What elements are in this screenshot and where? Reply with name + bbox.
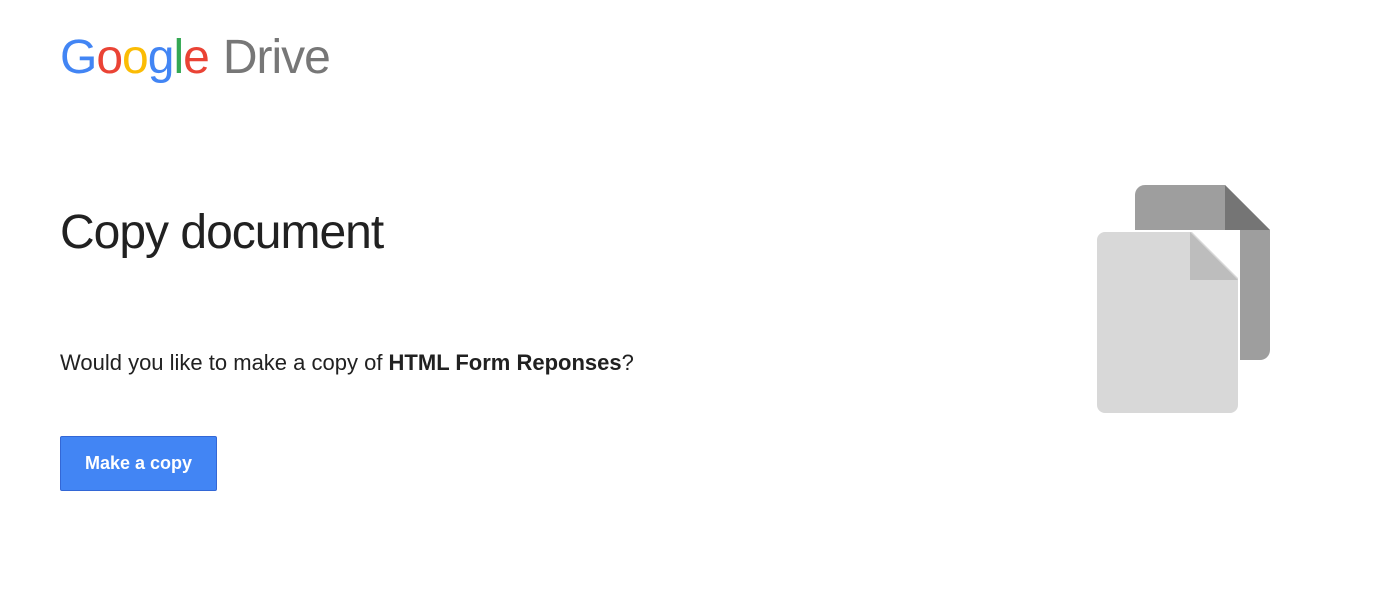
copy-prompt: Would you like to make a copy of HTML Fo… bbox=[60, 350, 1095, 376]
prompt-suffix: ? bbox=[622, 350, 634, 375]
google-wordmark: Google bbox=[60, 30, 209, 85]
copy-documents-icon bbox=[1095, 185, 1285, 415]
document-name: HTML Form Reponses bbox=[389, 350, 622, 375]
prompt-prefix: Would you like to make a copy of bbox=[60, 350, 389, 375]
app-logo: Google Drive bbox=[60, 30, 1315, 85]
document-front-icon bbox=[1095, 230, 1240, 415]
make-copy-button[interactable]: Make a copy bbox=[60, 436, 217, 491]
product-name: Drive bbox=[223, 30, 330, 85]
page-title: Copy document bbox=[60, 205, 1095, 260]
